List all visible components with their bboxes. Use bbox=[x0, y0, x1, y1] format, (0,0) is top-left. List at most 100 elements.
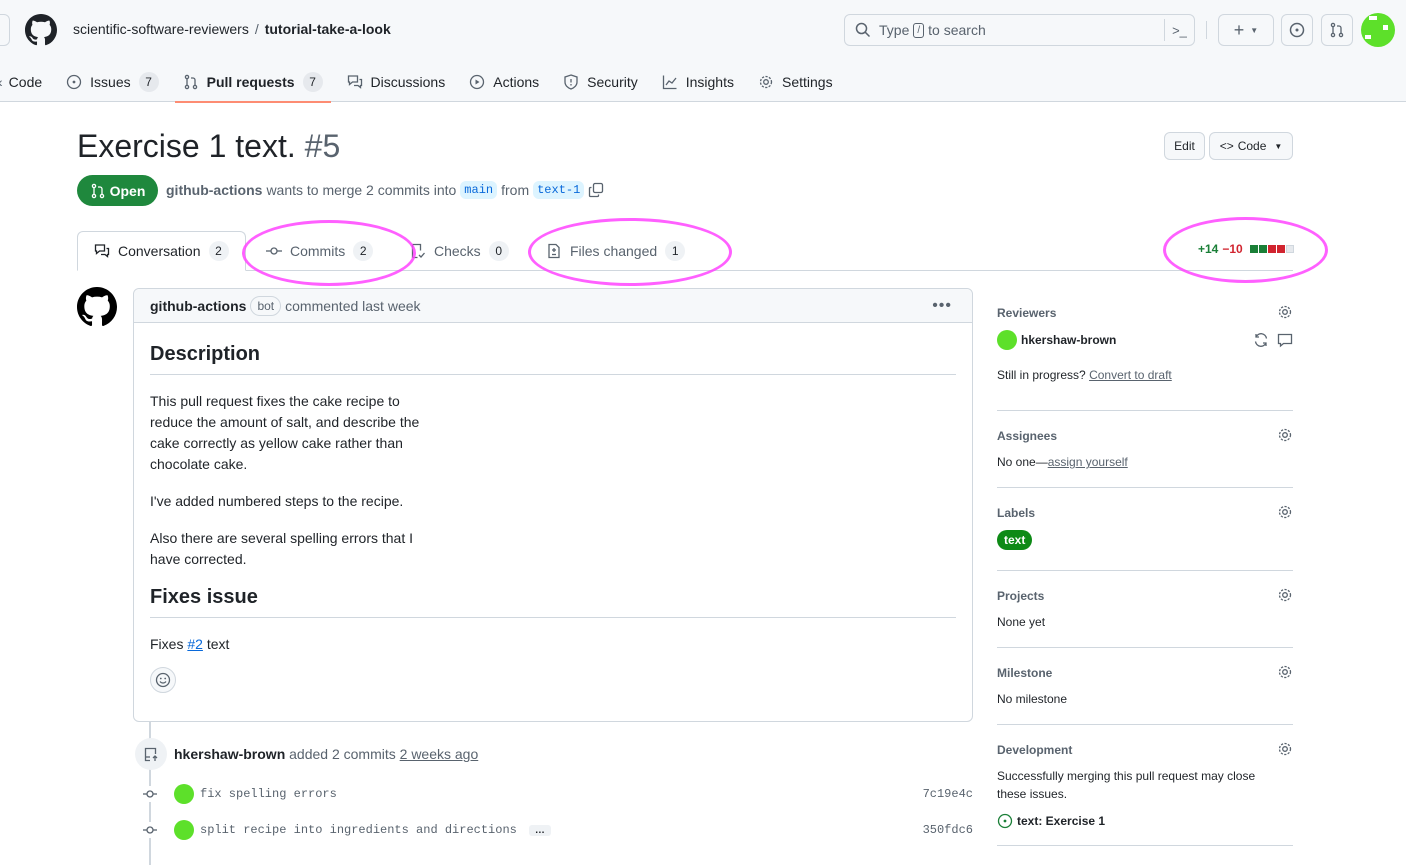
issue-link[interactable]: #2 bbox=[187, 636, 203, 652]
event-author[interactable]: hkershaw-brown bbox=[174, 746, 285, 762]
commit-author-avatar[interactable] bbox=[174, 784, 194, 804]
nav-insights[interactable]: Insights bbox=[654, 62, 742, 102]
status-label: Open bbox=[109, 182, 146, 199]
base-branch[interactable]: main bbox=[460, 181, 498, 199]
tab-checks[interactable]: Checks 0 bbox=[410, 231, 509, 271]
issues-button[interactable] bbox=[1281, 14, 1313, 46]
tab-files-changed[interactable]: Files changed 1 bbox=[546, 231, 686, 271]
description-heading: Description bbox=[150, 343, 956, 375]
file-diff-icon bbox=[548, 243, 560, 259]
code-button-label: Code bbox=[1237, 139, 1267, 153]
expand-commit-button[interactable]: … bbox=[528, 824, 551, 836]
nav-actions[interactable]: Actions bbox=[461, 62, 547, 102]
chevron-down-icon: ▼ bbox=[1250, 25, 1259, 35]
nav-code[interactable]: ‹ Code bbox=[0, 62, 50, 102]
create-new-button[interactable]: + ▼ bbox=[1218, 14, 1274, 46]
linked-issue[interactable]: text: Exercise 1 bbox=[997, 813, 1293, 829]
kebab-menu-icon[interactable]: ••• bbox=[932, 297, 952, 315]
tab-commits-label: Commits bbox=[290, 243, 346, 259]
nav-settings-label: Settings bbox=[781, 74, 833, 90]
label-badge[interactable]: text bbox=[997, 530, 1033, 550]
github-logo-icon[interactable] bbox=[25, 14, 57, 46]
add-reaction-button[interactable] bbox=[150, 667, 176, 693]
reviewer-name[interactable]: hkershaw-brown bbox=[1021, 333, 1116, 347]
copy-icon[interactable] bbox=[588, 182, 604, 198]
nav-discussions[interactable]: Discussions bbox=[339, 62, 454, 102]
reviewer-avatar[interactable] bbox=[997, 330, 1017, 350]
diff-stat[interactable]: +14 −10 bbox=[1198, 242, 1294, 256]
merge-text: wants to merge 2 commits into bbox=[266, 182, 457, 198]
tab-commits[interactable]: Commits 2 bbox=[266, 231, 374, 271]
header-divider bbox=[1206, 21, 1207, 39]
gear-icon[interactable] bbox=[1277, 504, 1293, 520]
gear-icon[interactable] bbox=[1277, 664, 1293, 680]
reviewers-title[interactable]: Reviewers bbox=[997, 304, 1293, 322]
diff-block-add bbox=[1258, 245, 1267, 253]
milestone-title[interactable]: Milestone bbox=[997, 664, 1293, 682]
commit-message[interactable]: fix spelling errors bbox=[200, 787, 337, 801]
gear-icon[interactable] bbox=[1277, 427, 1293, 443]
nav-settings[interactable]: Settings bbox=[750, 62, 841, 102]
head-branch[interactable]: text-1 bbox=[533, 181, 585, 199]
reviewers-section: Reviewers hkershaw-brown Still in progre… bbox=[997, 296, 1293, 411]
labels-title[interactable]: Labels bbox=[997, 504, 1293, 522]
development-text: Successfully merging this pull request m… bbox=[997, 769, 1256, 801]
projects-title[interactable]: Projects bbox=[997, 587, 1293, 605]
nav-actions-label: Actions bbox=[493, 74, 540, 90]
description-paragraph: This pull request fixes the cake recipe … bbox=[150, 393, 420, 472]
chevron-down-icon: ▼ bbox=[1274, 141, 1283, 151]
discussion-icon bbox=[347, 75, 362, 89]
convert-to-draft-link[interactable]: Convert to draft bbox=[1089, 368, 1172, 382]
commit-sha[interactable]: 7c19e4c bbox=[923, 787, 973, 801]
search-input[interactable]: Type / to search >_ bbox=[844, 14, 1195, 46]
fixes-prefix: Fixes bbox=[150, 636, 184, 652]
nav-issues[interactable]: Issues 7 bbox=[58, 62, 166, 102]
commit-author-avatar[interactable] bbox=[174, 820, 194, 840]
milestone-value: No milestone bbox=[997, 692, 1068, 706]
pr-meta: github-actions wants to merge 2 commits … bbox=[166, 181, 604, 199]
timeline-event: hkershaw-brown added 2 commits 2 weeks a… bbox=[174, 746, 478, 762]
description-paragraph: Also there are several spelling errors t… bbox=[150, 530, 414, 567]
assignees-title[interactable]: Assignees bbox=[997, 427, 1293, 445]
code-dropdown-button[interactable]: <> Code ▼ bbox=[1209, 132, 1293, 160]
diff-block-del bbox=[1276, 245, 1285, 253]
pr-author-link[interactable]: github-actions bbox=[166, 182, 262, 198]
bot-badge: bot bbox=[250, 295, 282, 316]
commit-message[interactable]: split recipe into ingredients and direct… bbox=[200, 823, 517, 837]
comment-author[interactable]: github-actions bbox=[150, 298, 246, 314]
development-title[interactable]: Development bbox=[997, 741, 1293, 759]
issue-icon bbox=[66, 74, 82, 90]
command-palette-icon[interactable]: >_ bbox=[1164, 19, 1194, 41]
nav-pull-requests-count: 7 bbox=[302, 72, 323, 92]
edit-button[interactable]: Edit bbox=[1164, 132, 1205, 160]
description-paragraph: I've added numbered steps to the recipe. bbox=[150, 493, 404, 509]
tab-conversation-count: 2 bbox=[208, 241, 229, 261]
tab-conversation[interactable]: Conversation 2 bbox=[77, 231, 246, 271]
assignees-section: Assignees No one—assign yourself bbox=[997, 411, 1293, 488]
gear-icon[interactable] bbox=[1277, 587, 1293, 603]
menu-button[interactable] bbox=[0, 14, 10, 46]
comment-icon[interactable] bbox=[1277, 332, 1293, 348]
re-request-review-icon[interactable] bbox=[1253, 332, 1269, 348]
commit-row: split recipe into ingredients and direct… bbox=[141, 820, 973, 840]
nav-issues-count: 7 bbox=[138, 72, 159, 92]
comment-action[interactable]: commented last week bbox=[285, 298, 420, 314]
user-avatar[interactable] bbox=[1361, 13, 1395, 47]
comment-header: github-actions bot commented last week •… bbox=[134, 289, 972, 323]
repo-link[interactable]: tutorial-take-a-look bbox=[265, 21, 391, 37]
org-link[interactable]: scientific-software-reviewers bbox=[73, 21, 249, 37]
status-badge: Open bbox=[77, 175, 158, 206]
conversation-icon bbox=[94, 244, 110, 258]
pull-requests-button[interactable] bbox=[1321, 14, 1353, 46]
draft-prefix: Still in progress? bbox=[997, 368, 1086, 382]
nav-security[interactable]: Security bbox=[555, 62, 646, 102]
gear-icon[interactable] bbox=[1277, 741, 1293, 757]
event-time[interactable]: 2 weeks ago bbox=[400, 746, 479, 762]
assign-yourself-link[interactable]: assign yourself bbox=[1048, 455, 1128, 469]
gear-icon[interactable] bbox=[1277, 304, 1293, 320]
github-actions-avatar[interactable] bbox=[77, 287, 117, 327]
code-icon: ‹ bbox=[0, 74, 3, 90]
nav-pull-requests[interactable]: Pull requests 7 bbox=[174, 62, 331, 103]
labels-section: Labels text bbox=[997, 488, 1293, 571]
commit-sha[interactable]: 350fdc6 bbox=[923, 823, 973, 837]
